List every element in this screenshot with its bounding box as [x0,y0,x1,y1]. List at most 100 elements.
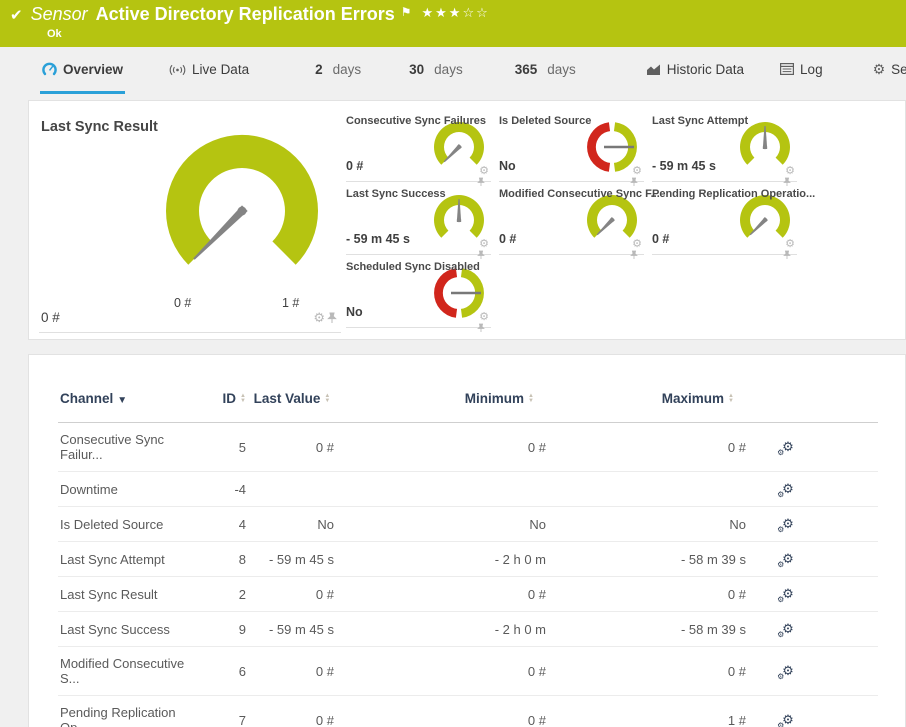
channel-settings-icon[interactable]: ⚙ ⚙ [777,481,794,499]
channel-name[interactable]: Last Sync Success [58,612,208,647]
channel-settings-icon[interactable]: ⚙ ⚙ [777,516,794,534]
tab-unit: days [547,61,576,77]
tab-number: 2 [315,61,323,77]
channel-id: 4 [238,516,246,532]
channel-minimum [336,472,548,507]
column-header-last-value[interactable]: Last Value ▲ ▼ [248,377,336,423]
channel-minimum: - 2 h 0 m [494,621,546,637]
channel-last-value: 0 # [315,586,334,602]
gauge-value: 0 # [346,159,364,173]
channel-id: 2 [238,586,246,602]
channel-settings-icon[interactable]: ⚙ ⚙ [777,551,794,569]
table-row[interactable]: Last Sync Attempt 8 - 59 m 45 s - 2 h 0 … [58,542,878,577]
channel-name[interactable]: Last Sync Attempt [58,542,208,577]
table-row[interactable]: Last Sync Result 2 0 # 0 # 0 # ⚙ ⚙ [58,577,878,612]
gauge-icon [42,62,57,77]
gauge-value: - 59 m 45 s [652,159,716,173]
gauge-value: 0 # [499,232,517,246]
table-row[interactable]: Is Deleted Source 4 No No No ⚙ ⚙ [58,507,878,542]
dropdown-caret-icon: ▼ [117,395,128,406]
status-ok-check-icon: ✔ [10,6,23,24]
tab-2-days[interactable]: 2 days [313,47,363,94]
channel-maximum: 0 # [727,663,746,679]
channel-settings-icon[interactable]: ⚙ ⚙ [777,586,794,604]
gauge-title: Last Sync Attempt [652,115,749,127]
pin-icon[interactable] [630,177,638,187]
tab-historic-data[interactable]: Historic Data [644,47,746,94]
gauges-panel: Last Sync Result 0 # 1 # 0 # ⚙ Consecuti… [28,100,906,340]
channel-id: -4 [234,481,246,497]
flag-icon[interactable]: ⚑ [401,5,412,19]
channel-name[interactable]: Last Sync Result [58,577,208,612]
column-header-channel[interactable]: Channel ▼ [58,377,208,423]
gauge-settings-gear-icon[interactable]: ⚙ [479,239,489,250]
gauge-settings-gear-icon[interactable]: ⚙ [479,166,489,177]
pin-icon[interactable] [327,312,337,324]
sensor-kind-label: Sensor [30,4,88,24]
sort-icon: ▲ ▼ [240,393,246,405]
channel-name[interactable]: Modified Consecutive S... [58,647,208,696]
gauge-cell-last-sync-attempt: Last Sync Attempt - 59 m 45 s ⚙ [652,109,797,186]
gauge-settings-gear-icon[interactable]: ⚙ [785,239,795,250]
channel-last-value: 0 # [315,439,334,455]
tab-30-days[interactable]: 30 days [407,47,465,94]
column-header-id[interactable]: ID ▲ ▼ [208,377,248,423]
tab-live-data[interactable]: Live Data [167,47,251,94]
channel-table-panel: Channel ▼ ID ▲ ▼ Last Value ▲ ▼ Minimum ▲ ▼ Max… [28,354,906,727]
channel-last-value: 0 # [315,712,334,727]
gauge-settings-gear-icon[interactable]: ⚙ [632,239,642,250]
channel-name[interactable]: Is Deleted Source [58,507,208,542]
gauge-title: Last Sync Success [346,188,446,200]
tab-number: 365 [514,61,538,77]
gauge-scale-min: 0 # [174,296,192,310]
gauge-title: Is Deleted Source [499,115,592,127]
gauge-value: 0 # [41,310,60,325]
gauge-settings-gear-icon[interactable]: ⚙ [632,166,642,177]
settings-gear-icon: ⚙ [872,61,886,77]
gauge-value: No [346,305,363,319]
pin-icon[interactable] [477,177,485,187]
gauge-value: No [499,159,516,173]
table-row[interactable]: Downtime -4 ⚙ ⚙ [58,472,878,507]
priority-stars[interactable]: ★★★☆☆ [422,5,490,21]
gauge-cell-modified-consecutive-sync-failures: Modified Consecutive Sync F... 0 # ⚙ [499,182,660,259]
gauge-cell-scheduled-sync-disabled: Scheduled Sync Disabled No ⚙ [346,255,491,332]
gauge-cell-is-deleted-source: Is Deleted Source No ⚙ [499,109,644,186]
pin-icon[interactable] [783,250,791,260]
tab-number: 30 [409,61,425,77]
channel-name[interactable]: Downtime [58,472,208,507]
channel-settings-icon[interactable]: ⚙ ⚙ [777,663,794,681]
table-row[interactable]: Modified Consecutive S... 6 0 # 0 # 0 # … [58,647,878,696]
channel-last-value: No [317,516,334,532]
pin-icon[interactable] [783,177,791,187]
sort-icon: ▲ ▼ [728,393,734,405]
pin-icon[interactable] [477,323,485,333]
channel-maximum: 0 # [727,586,746,602]
last-sync-result-gauge [166,134,318,265]
sort-icon: ▲ ▼ [324,393,331,405]
table-row[interactable]: Pending Replication Op... 7 0 # 0 # 1 # … [58,696,878,727]
tab-log[interactable]: Log [778,47,825,94]
table-row[interactable]: Consecutive Sync Failur... 5 0 # 0 # 0 #… [58,423,878,472]
channel-name[interactable]: Consecutive Sync Failur... [58,423,208,472]
tab-overview[interactable]: Overview [40,47,126,94]
pin-icon[interactable] [630,250,638,260]
channel-maximum: - 58 m 39 s [680,621,746,637]
tab-settings[interactable]: ⚙ Settings [871,47,906,94]
table-row[interactable]: Last Sync Success 9 - 59 m 45 s - 2 h 0 … [58,612,878,647]
channel-settings-icon[interactable]: ⚙ ⚙ [777,712,794,727]
sensor-title: Active Directory Replication Errors [95,4,395,24]
tab-label: Historic Data [666,61,745,77]
gauge-settings-gear-icon[interactable]: ⚙ [785,166,795,177]
gauge-settings-gear-icon[interactable]: ⚙ [479,312,489,323]
channel-settings-icon[interactable]: ⚙ ⚙ [777,621,794,639]
column-header-maximum[interactable]: Maximum ▲ ▼ [548,377,748,423]
channel-maximum: 0 # [727,439,746,455]
tab-365-days[interactable]: 365 days [513,47,578,94]
gauge-settings-gear-icon[interactable]: ⚙ [313,311,325,324]
pin-icon[interactable] [477,250,485,260]
channel-last-value: 0 # [315,663,334,679]
channel-name[interactable]: Pending Replication Op... [58,696,208,727]
channel-settings-icon[interactable]: ⚙ ⚙ [777,439,794,457]
column-header-minimum[interactable]: Minimum ▲ ▼ [336,377,548,423]
